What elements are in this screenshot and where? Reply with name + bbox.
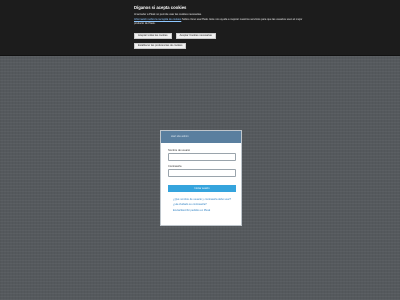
help-links: ¿Qué nombre de usuario y contraseña debo…: [173, 198, 237, 214]
cookie-button-row: Aceptar todas las cookies Aceptar Cookie…: [134, 33, 216, 39]
accept-all-cookies-button[interactable]: Aceptar todas las cookies: [134, 33, 172, 39]
login-panel: start site admin Nombre de usuario Contr…: [160, 130, 242, 226]
password-label: Contraseña: [168, 165, 182, 168]
cookie-body-block: Información sobre la recogida de cookies…: [134, 18, 304, 25]
cookie-intro: Al acceder a Plesk no permite usar las c…: [134, 13, 202, 16]
help-link-forgot-password[interactable]: ¿Ha olvidado su contraseña?: [173, 203, 237, 206]
accept-necessary-cookies-button[interactable]: Aceptar Cookies necesarias: [175, 33, 216, 39]
login-button[interactable]: Iniciar sesión: [168, 185, 236, 192]
cookie-banner: Díganos si acepta cookies Al acceder a P…: [0, 0, 400, 56]
username-label: Nombre de usuario: [168, 149, 191, 152]
cookie-content: Díganos si acepta cookies Al acceder a P…: [134, 5, 304, 25]
cookie-settings-button[interactable]: Establecer las preferencias de cookies: [134, 43, 187, 49]
login-header: start site admin: [161, 131, 241, 143]
help-link-credentials[interactable]: ¿Qué nombre de usuario y contraseña debo…: [173, 198, 237, 201]
help-link-orders[interactable]: Enviar/Escribir pedidos en Plesk: [173, 209, 237, 212]
password-field[interactable]: [168, 169, 236, 177]
cookie-title: Díganos si acepta cookies: [134, 5, 187, 10]
username-field[interactable]: [168, 153, 236, 161]
